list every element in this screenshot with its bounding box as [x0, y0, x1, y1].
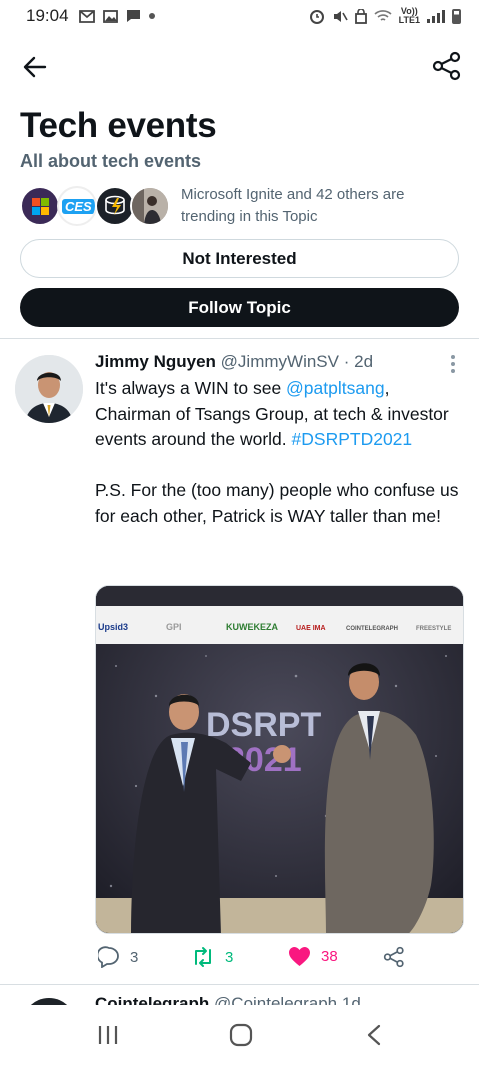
retweet-button[interactable]: 3 [191, 946, 233, 968]
like-button[interactable]: 38 [288, 946, 338, 967]
trending-avatars: CES [20, 184, 172, 228]
gmail-icon [78, 9, 95, 23]
system-icons: Vo)) LTE1 [309, 7, 461, 25]
next-tweet-header: Cointelegraph @Cointelegraph 1d [95, 994, 361, 1005]
network-type-label: Vo)) LTE1 [398, 6, 420, 25]
ces-logo-avatar: CES [57, 186, 97, 226]
status-time: 19:04 [26, 6, 69, 25]
event-photo: Upsid3 GPI KUWEKEZA UAE IMA COINTELEGRAP… [96, 586, 463, 933]
banner-logo-freestyle: FREESTYLE [416, 626, 451, 632]
next-tweet-avatar [22, 998, 76, 1005]
person-photo-avatar [130, 186, 170, 226]
person-photo [132, 188, 168, 224]
tweet-text-part1: It's always a WIN to see [95, 378, 287, 398]
meta-separator: · [343, 352, 350, 371]
system-back-icon[interactable] [364, 1024, 384, 1046]
crypto-logo-avatar [95, 186, 135, 226]
reply-icon [98, 946, 119, 968]
top-nav [0, 44, 479, 88]
avatar[interactable] [15, 355, 83, 423]
ces-logo-label: CES [62, 199, 95, 214]
next-author-name: Cointelegraph [95, 994, 210, 1005]
more-options-icon[interactable] [451, 355, 457, 373]
next-tweet-peek[interactable]: Cointelegraph @Cointelegraph 1d [0, 985, 479, 1005]
trending-text: Microsoft Ignite and 42 others are trend… [181, 186, 405, 225]
tweet-header: Jimmy Nguyen @JimmyWinSV · 2d [95, 352, 373, 372]
author-name[interactable]: Jimmy Nguyen [95, 352, 216, 371]
security-icon [354, 8, 367, 24]
tweet-share-button[interactable] [383, 946, 405, 968]
home-icon[interactable] [229, 1023, 253, 1047]
crypto-icon [105, 195, 125, 215]
banner-logo-kuwekeza: KUWEKEZA [226, 622, 278, 632]
battery-icon [452, 8, 461, 24]
share-icon [383, 946, 404, 968]
wifi-icon [374, 10, 392, 21]
status-bar: 19:04 Vo)) LTE1 [0, 0, 479, 32]
follow-topic-button[interactable]: Follow Topic [20, 288, 459, 327]
tweet-media-photo[interactable]: Upsid3 GPI KUWEKEZA UAE IMA COINTELEGRAP… [95, 585, 464, 934]
retweet-icon [195, 947, 211, 967]
tweet-time: 2d [354, 352, 374, 371]
next-author-handle: @Cointelegraph [214, 994, 338, 1005]
retweet-count: 3 [225, 948, 234, 966]
banner-logo-gpi: GPI [166, 622, 182, 632]
microsoft-icon [32, 198, 49, 215]
reply-button[interactable]: 3 [98, 946, 138, 968]
share-icon[interactable] [431, 50, 463, 82]
tweet-text-part3: P.S. For the (too many) people who confu… [95, 480, 459, 526]
message-icon [126, 10, 140, 22]
like-count: 38 [321, 948, 338, 965]
banner-logo-uaeima: UAE IMA [296, 625, 326, 632]
page-title: Tech events [20, 106, 217, 145]
heart-icon [289, 947, 310, 966]
mute-icon [333, 10, 348, 22]
alarm-icon [309, 9, 324, 24]
not-interested-button[interactable]: Not Interested [20, 239, 459, 278]
reply-count: 3 [130, 948, 139, 966]
author-photo [15, 355, 83, 423]
banner-logo-upsid3: Upsid3 [98, 622, 128, 632]
recent-apps-icon[interactable] [96, 1024, 120, 1046]
next-tweet-time: 1d [341, 994, 361, 1005]
hashtag-link[interactable]: #DSRPTD2021 [292, 429, 413, 449]
tweet[interactable]: Jimmy Nguyen @JimmyWinSV · 2d It's alway… [0, 339, 479, 984]
trending-summary[interactable]: CES Microsoft Ignite and 42 others are t… [20, 184, 460, 228]
microsoft-logo-avatar [20, 186, 60, 226]
backdrop-text: DSRPT [206, 706, 321, 744]
system-navigation-bar [0, 1006, 479, 1065]
more-notifications-icon [148, 13, 155, 19]
tweet-text: It's always a WIN to see @patpltsang, Ch… [95, 376, 467, 529]
banner-logo-cointelegraph: COINTELEGRAPH [346, 626, 398, 632]
notification-icons [78, 9, 155, 23]
page-subtitle: All about tech events [20, 151, 202, 171]
tweet-actions: 3 3 38 [95, 946, 435, 970]
gallery-icon [102, 9, 118, 23]
author-handle[interactable]: @JimmyWinSV [221, 352, 339, 371]
arrow-left-icon[interactable] [20, 52, 50, 82]
signal-icon [427, 9, 445, 23]
mention-link[interactable]: @patpltsang [286, 378, 385, 398]
